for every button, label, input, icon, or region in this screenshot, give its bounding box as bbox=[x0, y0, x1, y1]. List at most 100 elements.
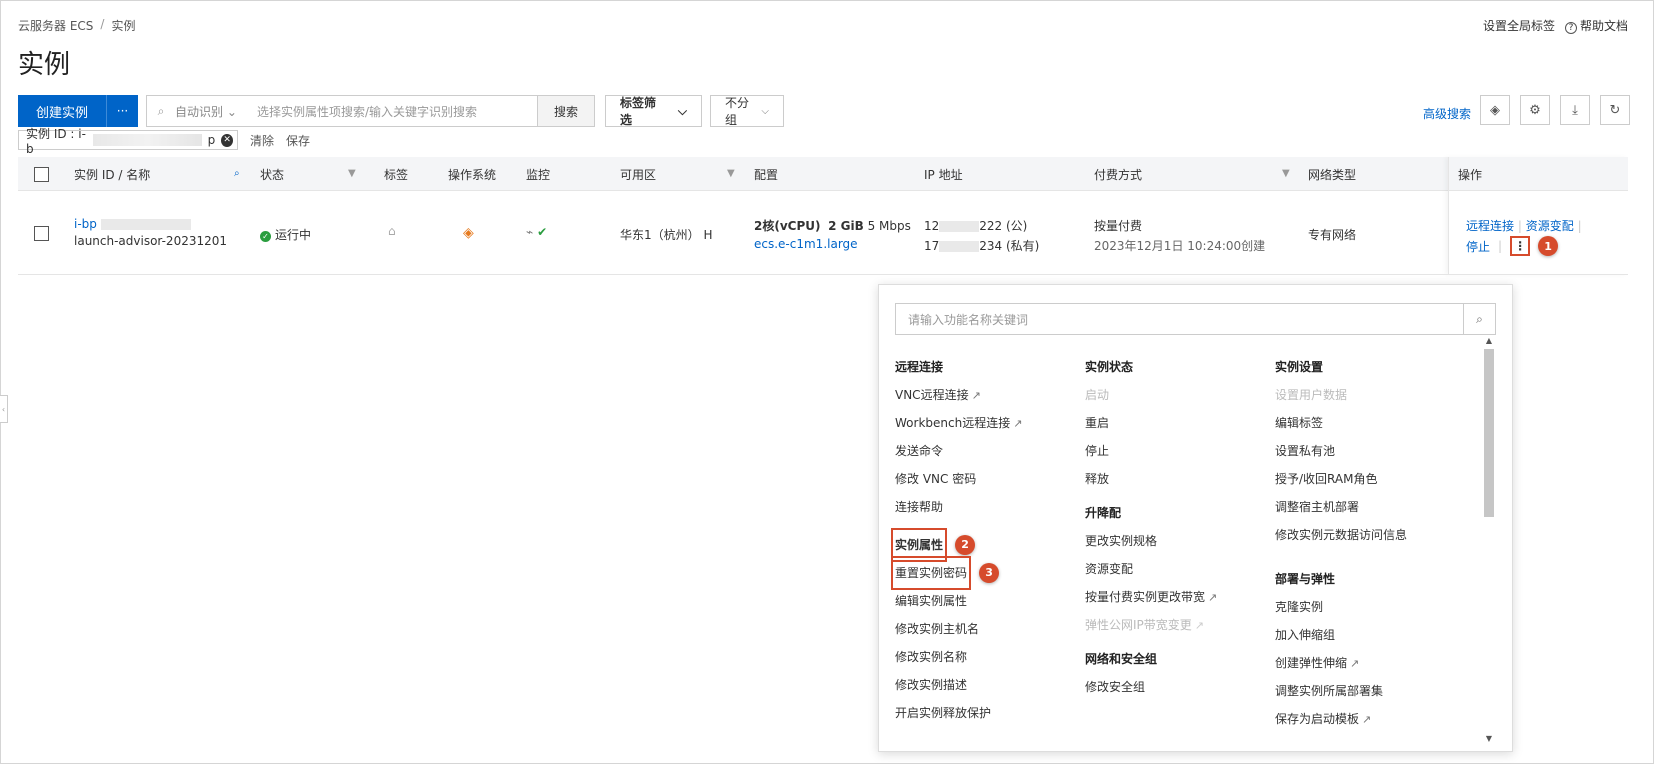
filter-icon[interactable]: ▼ bbox=[727, 168, 735, 179]
chevron-down-icon: ⌵ bbox=[677, 103, 688, 118]
zone-cell: 华东1（杭州） H bbox=[620, 228, 713, 242]
dropdown-search-input[interactable]: 请输入功能名称关键词 bbox=[896, 311, 1463, 328]
col-config: 配置 bbox=[754, 157, 778, 191]
stop-link[interactable]: 停止 bbox=[1466, 238, 1490, 255]
filter-chip-label: 实例 ID : i-b bbox=[26, 126, 86, 156]
search-icon[interactable]: ⌕ bbox=[1463, 304, 1495, 334]
search-button[interactable]: 搜索 bbox=[538, 95, 596, 127]
ip-private-suffix: 234 (私有) bbox=[979, 239, 1040, 253]
menu-item-change-spec[interactable]: 更改实例规格 bbox=[1085, 527, 1217, 555]
menu-item-save-template[interactable]: 保存为启动模板 ↗ bbox=[1275, 705, 1407, 733]
menu-item-edit-tags[interactable]: 编辑标签 bbox=[1275, 409, 1407, 437]
menu-item-ram-role[interactable]: 授予/收回RAM角色 bbox=[1275, 465, 1407, 493]
scroll-up-icon[interactable]: ▲ bbox=[1482, 335, 1496, 347]
instance-cell: i-bp launch-advisor-20231201 bbox=[74, 217, 227, 248]
search-input[interactable]: 选择实例属性项搜索/输入关键字识别搜索 bbox=[257, 103, 537, 120]
group-network-title: 网络和安全组 bbox=[1085, 652, 1158, 666]
menu-item-edit-name[interactable]: 修改实例名称 bbox=[895, 643, 1022, 671]
dropdown-col-state: 实例状态 启动 重启 停止 释放 升降配 更改实例规格 资源变配 按量付费实例更… bbox=[1085, 343, 1217, 701]
dropdown-scrollbar[interactable]: ▲ ▼ bbox=[1482, 335, 1496, 745]
table-row: i-bp launch-advisor-20231201 ✓ 运行中 ⌂ ◈ ⌁ … bbox=[18, 191, 1628, 275]
menu-item-save-template-label: 保存为启动模板 bbox=[1275, 712, 1360, 726]
more-actions-kebab[interactable]: ⋮ bbox=[1510, 236, 1531, 256]
menu-item-host-deploy[interactable]: 调整宿主机部署 bbox=[1275, 493, 1407, 521]
menu-item-payg-bandwidth-label: 按量付费实例更改带宽 bbox=[1085, 590, 1206, 604]
collapse-handle[interactable]: ‹ bbox=[0, 395, 8, 423]
menu-item-edit-hostname[interactable]: 修改实例主机名 bbox=[895, 615, 1022, 643]
select-all-checkbox[interactable] bbox=[34, 166, 49, 182]
status-label: 运行中 bbox=[275, 228, 312, 242]
menu-item-metadata[interactable]: 修改实例元数据访问信息 bbox=[1275, 521, 1407, 549]
group-select[interactable]: 不分组 ⌵ bbox=[710, 95, 785, 127]
billing-type: 按量付费 bbox=[1094, 219, 1143, 233]
download-icon: ⤓ bbox=[1572, 102, 1578, 118]
config-type-link[interactable]: ecs.e-c1m1.large bbox=[754, 237, 911, 251]
menu-item-create-scaling[interactable]: 创建弹性伸缩 ↗ bbox=[1275, 649, 1407, 677]
instance-id-link[interactable]: i-bp bbox=[74, 217, 97, 231]
create-instance-button[interactable]: 创建实例 bbox=[18, 95, 107, 127]
more-actions-button[interactable]: ··· bbox=[106, 95, 139, 127]
os-icon: ◈ bbox=[463, 225, 474, 241]
settings-button[interactable]: ⚙ bbox=[1520, 95, 1550, 125]
menu-item-user-data: 设置用户数据 bbox=[1275, 388, 1348, 402]
breadcrumb-separator: / bbox=[100, 17, 105, 31]
search-icon[interactable]: ⌕ bbox=[234, 168, 240, 179]
menu-item-security-group[interactable]: 修改安全组 bbox=[1085, 673, 1217, 701]
refresh-button[interactable]: ↻ bbox=[1600, 95, 1630, 125]
tag-filter-button[interactable]: 标签筛选 ⌵ bbox=[605, 95, 703, 127]
remote-connect-link[interactable]: 远程连接 bbox=[1466, 219, 1514, 233]
network-type: 专有网络 bbox=[1308, 228, 1357, 242]
dropdown-search: 请输入功能名称关键词 ⌕ bbox=[895, 303, 1496, 335]
close-icon[interactable]: ✕ bbox=[221, 133, 233, 147]
filter-icon[interactable]: ▼ bbox=[348, 168, 356, 179]
menu-item-clone[interactable]: 克隆实例 bbox=[1275, 593, 1407, 621]
menu-item-send-command[interactable]: 发送命令 bbox=[895, 437, 1022, 465]
menu-item-reset-password[interactable]: 重置实例密码 3 bbox=[891, 556, 1022, 590]
status-cell: ✓ 运行中 bbox=[260, 226, 311, 243]
col-ip: IP 地址 bbox=[924, 157, 963, 191]
search-mode-select[interactable]: 自动识别 ⌄ bbox=[175, 103, 257, 120]
menu-item-release[interactable]: 释放 bbox=[1085, 465, 1217, 493]
scrollbar-thumb[interactable] bbox=[1484, 349, 1494, 517]
menu-item-payg-bandwidth[interactable]: 按量付费实例更改带宽 ↗ bbox=[1085, 583, 1217, 611]
breadcrumb-service[interactable]: 云服务器 ECS bbox=[18, 17, 93, 34]
save-filters-link[interactable]: 保存 bbox=[286, 132, 310, 149]
redacted-id bbox=[100, 219, 191, 230]
advanced-search-link[interactable]: 高级搜索 bbox=[1423, 105, 1471, 122]
menu-item-workbench[interactable]: Workbench远程连接 ↗ bbox=[895, 409, 1022, 437]
tag-icon[interactable]: ⌂ bbox=[388, 224, 396, 238]
tag-filter-label: 标签筛选 bbox=[620, 96, 657, 127]
config-bandwidth: 5 Mbps bbox=[867, 219, 911, 233]
menu-item-edit-attr[interactable]: 编辑实例属性 bbox=[895, 587, 1022, 615]
menu-item-stop[interactable]: 停止 bbox=[1085, 437, 1217, 465]
global-tags-link[interactable]: 设置全局标签 bbox=[1483, 17, 1555, 34]
menu-item-add-scaling[interactable]: 加入伸缩组 bbox=[1275, 621, 1407, 649]
menu-item-modify-vnc[interactable]: 修改 VNC 密码 bbox=[895, 465, 1022, 493]
menu-item-release-protect[interactable]: 开启实例释放保护 bbox=[895, 699, 1022, 727]
filter-icon[interactable]: ▼ bbox=[1282, 168, 1290, 179]
search-mode-label: 自动识别 bbox=[175, 104, 224, 119]
select-all-checkbox-cell bbox=[34, 157, 49, 191]
help-icon: ? bbox=[1564, 22, 1577, 34]
menu-item-restart[interactable]: 重启 bbox=[1085, 409, 1217, 437]
download-button[interactable]: ⤓ bbox=[1560, 95, 1590, 125]
menu-item-instance-attr[interactable]: 实例属性 2 bbox=[891, 528, 1022, 562]
resize-link[interactable]: 资源变配 bbox=[1526, 219, 1574, 233]
menu-item-private-pool[interactable]: 设置私有池 bbox=[1275, 437, 1407, 465]
help-docs-link[interactable]: ? 帮助文档 bbox=[1564, 17, 1628, 34]
menu-item-deploy-set[interactable]: 调整实例所属部署集 bbox=[1275, 677, 1407, 705]
step-marker-2: 2 bbox=[955, 535, 976, 555]
table-header: 实例 ID / 名称 ⌕ 状态 ▼ 标签 操作系统 监控 可用区 ▼ 配置 IP… bbox=[18, 157, 1628, 191]
step-marker-3: 3 bbox=[979, 563, 1000, 583]
ip-public-prefix: 12 bbox=[924, 219, 940, 233]
clear-filters-link[interactable]: 清除 bbox=[250, 132, 274, 149]
chart-icon[interactable]: ⌁ bbox=[526, 225, 533, 239]
layers-button[interactable]: ◈ bbox=[1480, 95, 1510, 125]
scroll-down-icon[interactable]: ▼ bbox=[1482, 733, 1496, 745]
menu-item-vnc[interactable]: VNC远程连接 ↗ bbox=[895, 381, 1022, 409]
redacted-id bbox=[93, 134, 202, 146]
menu-item-edit-desc[interactable]: 修改实例描述 bbox=[895, 671, 1022, 699]
menu-item-connect-help[interactable]: 连接帮助 bbox=[895, 493, 1022, 521]
menu-item-resize[interactable]: 资源变配 bbox=[1085, 555, 1217, 583]
row-checkbox[interactable] bbox=[34, 226, 49, 241]
